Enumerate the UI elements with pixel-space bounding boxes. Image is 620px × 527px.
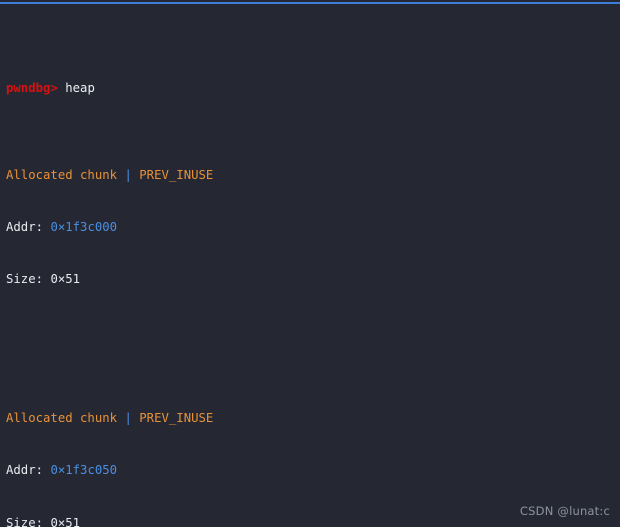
terminal-window: pwndbg> heap Allocated chunk | PREV_INUS… bbox=[0, 0, 620, 527]
top-divider-rule bbox=[0, 2, 620, 4]
size-label: Size: bbox=[6, 272, 44, 287]
addr-label: Addr: bbox=[6, 219, 44, 234]
chunk-addr-line: Addr: 0×1f3c000 bbox=[6, 219, 620, 236]
chunk-title: Allocated chunk bbox=[6, 167, 118, 182]
command-line-heap: pwndbg> heap bbox=[6, 80, 620, 97]
size-label: Size: bbox=[6, 515, 44, 527]
size-value: 0×51 bbox=[50, 515, 81, 527]
chunk-header: Allocated chunk | PREV_INUSE bbox=[6, 167, 620, 184]
size-value: 0×51 bbox=[50, 272, 81, 287]
terminal-screen: pwndbg> heap Allocated chunk | PREV_INUS… bbox=[6, 10, 620, 527]
chunk-header: Allocated chunk | PREV_INUSE bbox=[6, 410, 620, 427]
chunk-flags: PREV_INUSE bbox=[139, 411, 214, 426]
chunk-flags: PREV_INUSE bbox=[139, 167, 214, 182]
command-text: heap bbox=[65, 80, 95, 95]
prompt-label: pwndbg> bbox=[6, 80, 58, 95]
addr-value: 0×1f3c050 bbox=[50, 463, 118, 478]
chunk-addr-line: Addr: 0×1f3c050 bbox=[6, 462, 620, 479]
chunk-size-line: Size: 0×51 bbox=[6, 271, 620, 288]
chunk-separator: | bbox=[124, 411, 132, 426]
addr-label: Addr: bbox=[6, 463, 44, 478]
addr-value: 0×1f3c000 bbox=[50, 219, 118, 234]
chunk-title: Allocated chunk bbox=[6, 411, 118, 426]
csdn-watermark: CSDN @lunat:c bbox=[519, 503, 610, 518]
chunk-separator: | bbox=[124, 167, 132, 182]
